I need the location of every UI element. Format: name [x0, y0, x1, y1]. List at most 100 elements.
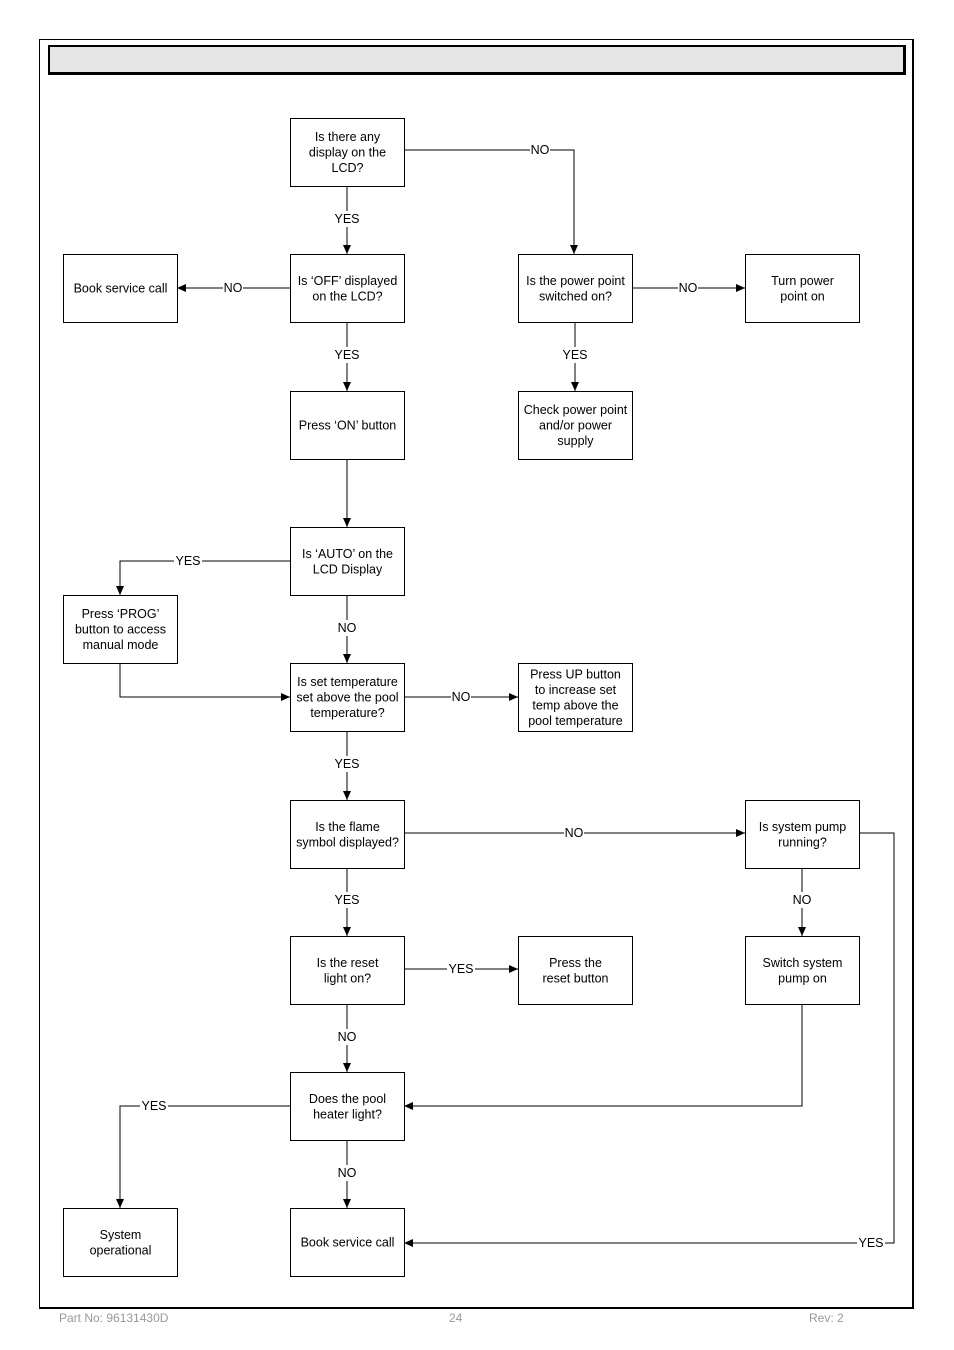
- footer-part-number: Part No: 96131430D: [59, 1311, 169, 1325]
- node-text-line: pool temperature: [528, 714, 623, 728]
- edge-power-to-check: YES: [561, 322, 589, 391]
- connector-arrow: [404, 149, 578, 254]
- edge-reset-to-pressreset: YES: [404, 961, 518, 977]
- node-text-line: button to access: [75, 623, 166, 637]
- node-reset: Is the resetlight on?: [290, 936, 405, 1005]
- edge-pump-to-switchpump: NO: [792, 868, 812, 936]
- connector-arrow: [404, 1004, 803, 1110]
- node-text-line: Is system pump: [759, 820, 847, 834]
- node-text-line: Press UP button: [530, 667, 621, 681]
- edge-power-to-turnon: NO: [632, 280, 745, 296]
- node-text-line: heater light?: [313, 1107, 382, 1121]
- edge-label: NO: [793, 893, 812, 907]
- node-book2: Book service call: [290, 1208, 405, 1277]
- node-text-line: Press ‘ON’ button: [299, 419, 397, 433]
- node-text-line: reset button: [542, 971, 608, 985]
- edge-switchpump-to-heater: [404, 1004, 803, 1110]
- troubleshooting-flowchart: YES NO NO YES NO YES YES NO NO YES NO YES YES NO NO YES…: [63, 118, 895, 1277]
- edge-auto-to-prog: YES: [116, 553, 290, 595]
- edge-label: NO: [565, 826, 584, 840]
- edge-label: YES: [858, 1236, 883, 1250]
- edge-off-to-book1: NO: [177, 280, 290, 296]
- edge-label: NO: [531, 143, 550, 157]
- edge-label: NO: [452, 690, 471, 704]
- node-operational: Systemoperational: [63, 1208, 178, 1277]
- edge-display-to-off: YES: [333, 186, 361, 254]
- edge-label: YES: [175, 554, 200, 568]
- edge-auto-to-settemp: NO: [337, 595, 357, 663]
- node-text-line: supply: [557, 434, 594, 448]
- node-text-line: Switch system: [763, 956, 843, 970]
- edge-settemp-to-flame: YES: [333, 731, 361, 800]
- node-text-line: manual mode: [83, 638, 159, 652]
- edge-reset-to-heater: NO: [337, 1004, 357, 1072]
- edge-label: NO: [338, 621, 357, 635]
- node-text-line: Is the reset: [317, 956, 379, 970]
- edge-pump-to-book2: YES: [404, 832, 895, 1251]
- node-turnon: Turn powerpoint on: [745, 254, 860, 323]
- edge-label: NO: [679, 281, 698, 295]
- node-text-line: running?: [778, 835, 827, 849]
- node-text-line: pump on: [778, 971, 827, 985]
- footer-revision: Rev: 2: [809, 1311, 844, 1325]
- node-text-line: switched on?: [539, 289, 612, 303]
- edge-display-to-power: NO: [404, 142, 578, 254]
- node-off: Is ‘OFF’ displayedon the LCD?: [290, 254, 405, 323]
- node-text-line: Does the pool: [309, 1092, 386, 1106]
- node-text-line: on the LCD?: [312, 289, 382, 303]
- edge-prog-to-settemp: [119, 663, 290, 701]
- connector-arrow: [404, 832, 895, 1247]
- node-pressreset: Press thereset button: [518, 936, 633, 1005]
- node-auto: Is ‘AUTO’ on theLCD Display: [290, 527, 405, 596]
- node-book1: Book service call: [63, 254, 178, 323]
- node-text-line: Is the flame: [315, 820, 380, 834]
- edge-label: YES: [334, 212, 359, 226]
- edge-label: NO: [338, 1030, 357, 1044]
- node-text-line: point on: [780, 289, 825, 303]
- edge-heater-to-book2: NO: [337, 1140, 357, 1208]
- node-text-line: Is ‘OFF’ displayed: [298, 274, 398, 288]
- edge-flame-to-reset: YES: [333, 868, 361, 936]
- edge-off-to-presson: YES: [333, 322, 361, 391]
- node-text-line: light on?: [324, 971, 371, 985]
- node-check: Check power point and/or powersupply: [518, 391, 633, 460]
- node-text-line: Press ‘PROG’: [82, 607, 160, 621]
- edge-label: YES: [562, 348, 587, 362]
- node-text-line: System: [100, 1228, 142, 1242]
- node-flame: Is the flamesymbol displayed?: [290, 800, 405, 869]
- connector-arrow: [116, 1105, 290, 1208]
- node-pressup: Press UP button to increase settemp above…: [518, 663, 633, 732]
- footer-page-number: 24: [449, 1311, 463, 1325]
- node-text-line: LCD Display: [313, 562, 383, 576]
- node-text-line: Book service call: [74, 282, 168, 296]
- node-text-line: Is the power point: [526, 274, 625, 288]
- edge-label: YES: [141, 1099, 166, 1113]
- node-text-line: LCD?: [332, 161, 364, 175]
- node-text-line: display on the: [309, 146, 386, 160]
- node-text-line: Is there any: [315, 130, 381, 144]
- node-text-line: temp above the: [532, 698, 618, 712]
- node-text-line: Check power point: [524, 403, 628, 417]
- edge-label: YES: [448, 962, 473, 976]
- edge-label: YES: [334, 348, 359, 362]
- edge-label: YES: [334, 757, 359, 771]
- node-text-line: temperature?: [310, 706, 384, 720]
- node-heater: Does the poolheater light?: [290, 1072, 405, 1141]
- connector-arrow: [119, 663, 290, 701]
- node-text-line: Press the: [549, 956, 602, 970]
- edge-label: YES: [334, 893, 359, 907]
- node-prog: Press ‘PROG’ button to accessmanual mode: [63, 595, 178, 664]
- edge-heater-to-operational: YES: [116, 1098, 290, 1208]
- node-text-line: Book service call: [301, 1236, 395, 1250]
- node-switchpump: Switch systempump on: [745, 936, 860, 1005]
- edge-label: NO: [224, 281, 243, 295]
- node-power: Is the power pointswitched on?: [518, 254, 633, 323]
- node-text-line: symbol displayed?: [296, 835, 399, 849]
- node-text-line: to increase set: [535, 683, 617, 697]
- node-text-line: Is set temperature: [297, 675, 398, 689]
- edge-settemp-to-pressup: NO: [404, 689, 518, 705]
- node-text-line: Is ‘AUTO’ on the: [302, 547, 393, 561]
- node-settemp: Is set temperature set above the pooltemp…: [290, 663, 405, 732]
- node-display: Is there any display on theLCD?: [290, 118, 405, 187]
- node-text-line: operational: [90, 1243, 152, 1257]
